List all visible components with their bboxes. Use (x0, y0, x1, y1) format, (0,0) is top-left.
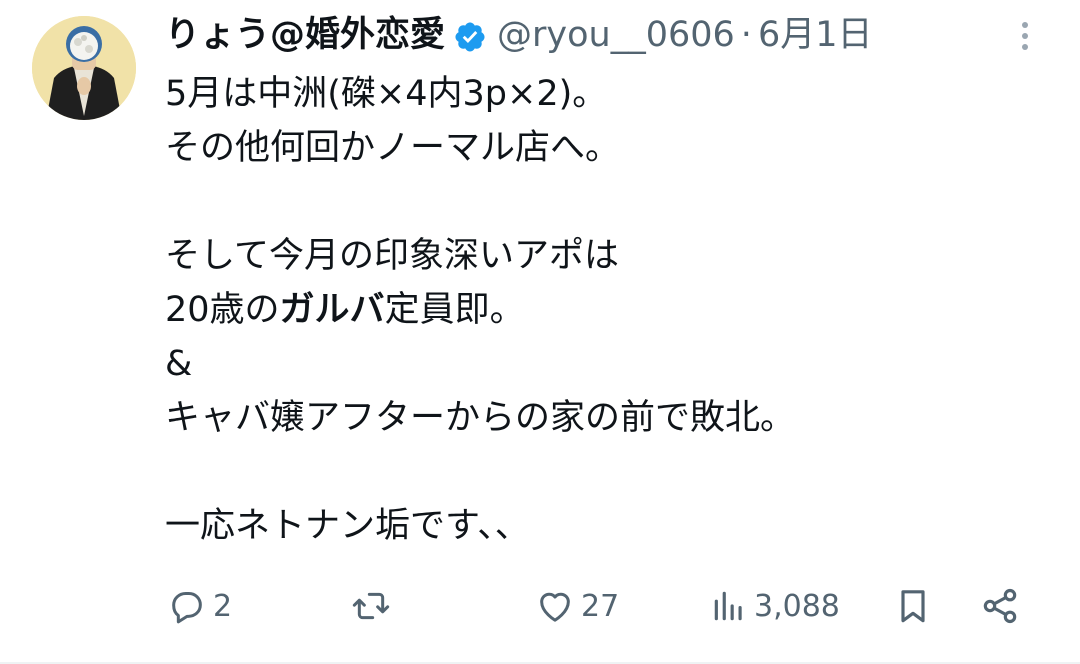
verified-badge-icon (453, 18, 487, 52)
display-name[interactable]: りょう@婚外恋愛 (165, 10, 445, 60)
tweet-line: 20歳のガルバ定員即。 (165, 283, 1045, 337)
more-vertical-icon[interactable] (1016, 16, 1034, 56)
reply-icon (167, 586, 207, 626)
tweet-line: 一応ネトナン垢です、、 (165, 506, 530, 546)
tweet-bold-text: ガルバ (279, 290, 385, 330)
avatar[interactable] (32, 16, 136, 120)
views-count: 3,088 (754, 588, 840, 624)
user-handle[interactable]: @ryou__0606 (497, 10, 735, 60)
tweet-action-bar: 2 27 3,088 (165, 578, 1035, 634)
tweet-line: 5月は中洲(磔×4内3p×2)。 (165, 74, 608, 114)
retweet-button[interactable] (350, 578, 398, 634)
like-count: 27 (581, 588, 620, 624)
tweet-line-start: 20歳の (165, 290, 280, 330)
tweet-line: & (165, 344, 193, 384)
tweet-line-end: 定員即。 (384, 290, 525, 330)
avatar-image (32, 16, 136, 120)
bookmark-button[interactable] (893, 578, 933, 634)
tweet-header: りょう@婚外恋愛 @ryou__0606 · 6月1日 (165, 10, 872, 60)
tweet-line: キャバ嬢アフターからの家の前で敗北。 (165, 398, 796, 438)
share-icon (979, 586, 1021, 626)
heart-icon (535, 586, 575, 626)
share-button[interactable] (979, 578, 1021, 634)
bookmark-icon (893, 586, 933, 626)
reply-count: 2 (213, 588, 233, 624)
tweet-line: そして今月の印象深いアポは (165, 236, 619, 276)
views-chart-icon (710, 586, 748, 626)
like-button[interactable]: 27 (535, 578, 619, 634)
separator-dot: · (740, 15, 752, 55)
views-button[interactable]: 3,088 (710, 578, 840, 634)
tweet-text: 5月は中洲(磔×4内3p×2)。 その他何回かノーマル店へ。 そして今月の印象深… (165, 67, 1045, 553)
retweet-icon (350, 586, 392, 626)
reply-button[interactable]: 2 (167, 578, 232, 634)
tweet-date[interactable]: 6月1日 (758, 10, 873, 60)
tweet-line: その他何回かノーマル店へ。 (165, 128, 621, 168)
